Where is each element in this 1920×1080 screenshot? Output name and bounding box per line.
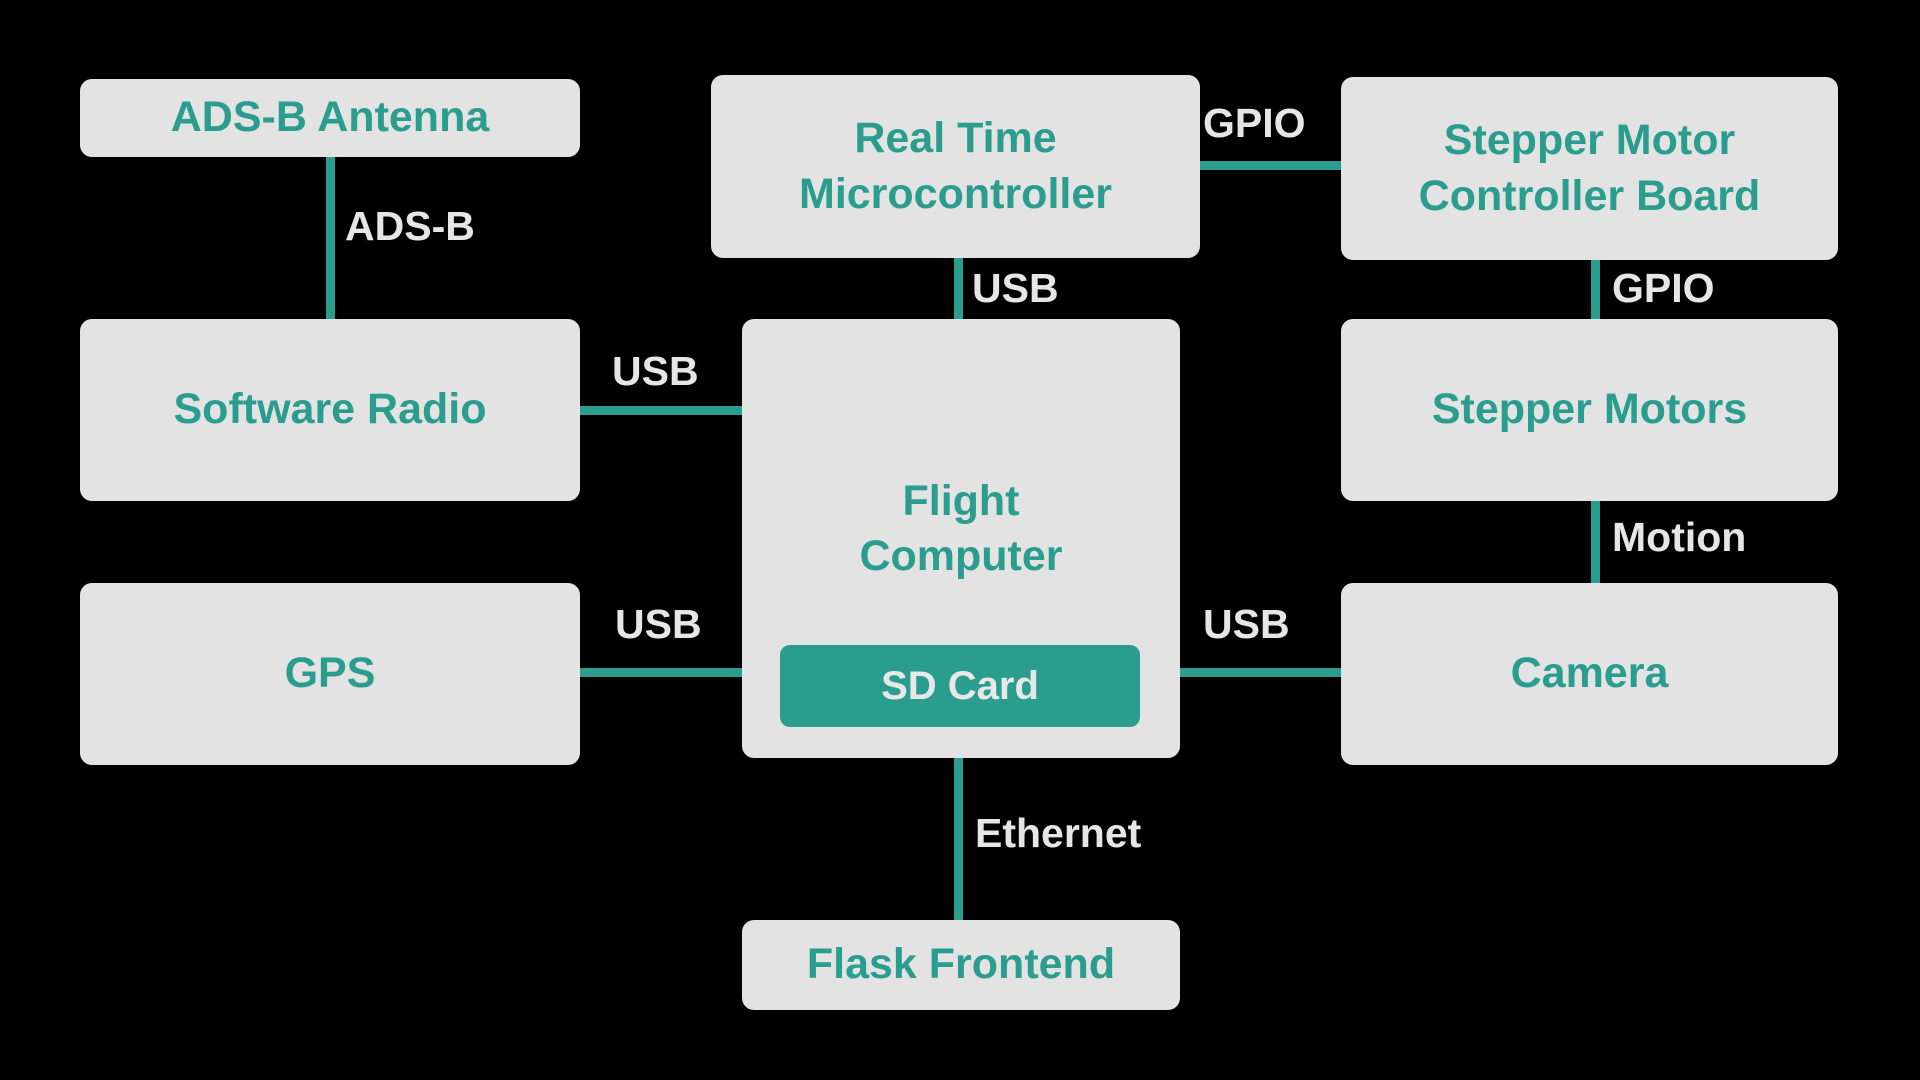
edge-controller-board-to-motors (1591, 252, 1600, 327)
edge-label-motion: Motion (1612, 514, 1747, 560)
edge-camera-to-flight-computer (1168, 668, 1348, 677)
node-label-flight-computer: Flight Computer (859, 477, 1063, 581)
node-flask-frontend[interactable]: Flask Frontend (742, 920, 1180, 1010)
node-real-time-microcontroller[interactable]: Real Time Microcontroller (711, 75, 1200, 258)
node-software-radio[interactable]: Software Radio (80, 319, 580, 501)
edge-label-usb-mcu: USB (972, 265, 1059, 311)
edge-mcu-to-controller-board (1196, 161, 1348, 170)
edge-label-gpio-motors: GPIO (1612, 265, 1715, 311)
node-camera[interactable]: Camera (1341, 583, 1838, 765)
node-label-stepper-motor-controller-board: Stepper Motor Controller Board (1418, 116, 1761, 220)
node-label-camera: Camera (1510, 649, 1669, 698)
edge-motors-to-camera (1591, 495, 1600, 595)
edge-label-gpio-mcu: GPIO (1203, 100, 1306, 146)
edge-flight-computer-to-flask (954, 750, 963, 920)
node-label-gps: GPS (284, 649, 376, 698)
node-label-ads-b-antenna: ADS-B Antenna (170, 93, 490, 142)
node-label-flask-frontend: Flask Frontend (806, 940, 1116, 989)
node-label-stepper-motors: Stepper Motors (1431, 385, 1748, 434)
edge-label-ads-b: ADS-B (345, 203, 475, 249)
node-gps[interactable]: GPS (80, 583, 580, 765)
node-label-software-radio: Software Radio (173, 385, 487, 434)
node-stepper-motor-controller-board[interactable]: Stepper Motor Controller Board (1341, 77, 1838, 260)
edge-mcu-to-flight-computer (954, 252, 963, 327)
node-ads-b-antenna[interactable]: ADS-B Antenna (80, 79, 580, 157)
node-sd-card[interactable]: SD Card (780, 645, 1140, 727)
node-label-sd-card: SD Card (881, 663, 1039, 708)
node-label-real-time-microcontroller: Real Time Microcontroller (799, 114, 1112, 218)
edge-antenna-to-radio (326, 140, 335, 325)
edge-label-ethernet: Ethernet (975, 810, 1142, 856)
diagram-canvas: ADS-B USB USB USB GPIO GPIO Motion USB E… (0, 0, 1920, 1080)
edge-radio-to-flight-computer (574, 406, 754, 415)
edge-label-usb-camera: USB (1203, 601, 1290, 647)
edge-label-usb-gps: USB (615, 601, 702, 647)
node-stepper-motors[interactable]: Stepper Motors (1341, 319, 1838, 501)
edge-label-usb-radio: USB (612, 348, 699, 394)
edge-gps-to-flight-computer (574, 668, 754, 677)
